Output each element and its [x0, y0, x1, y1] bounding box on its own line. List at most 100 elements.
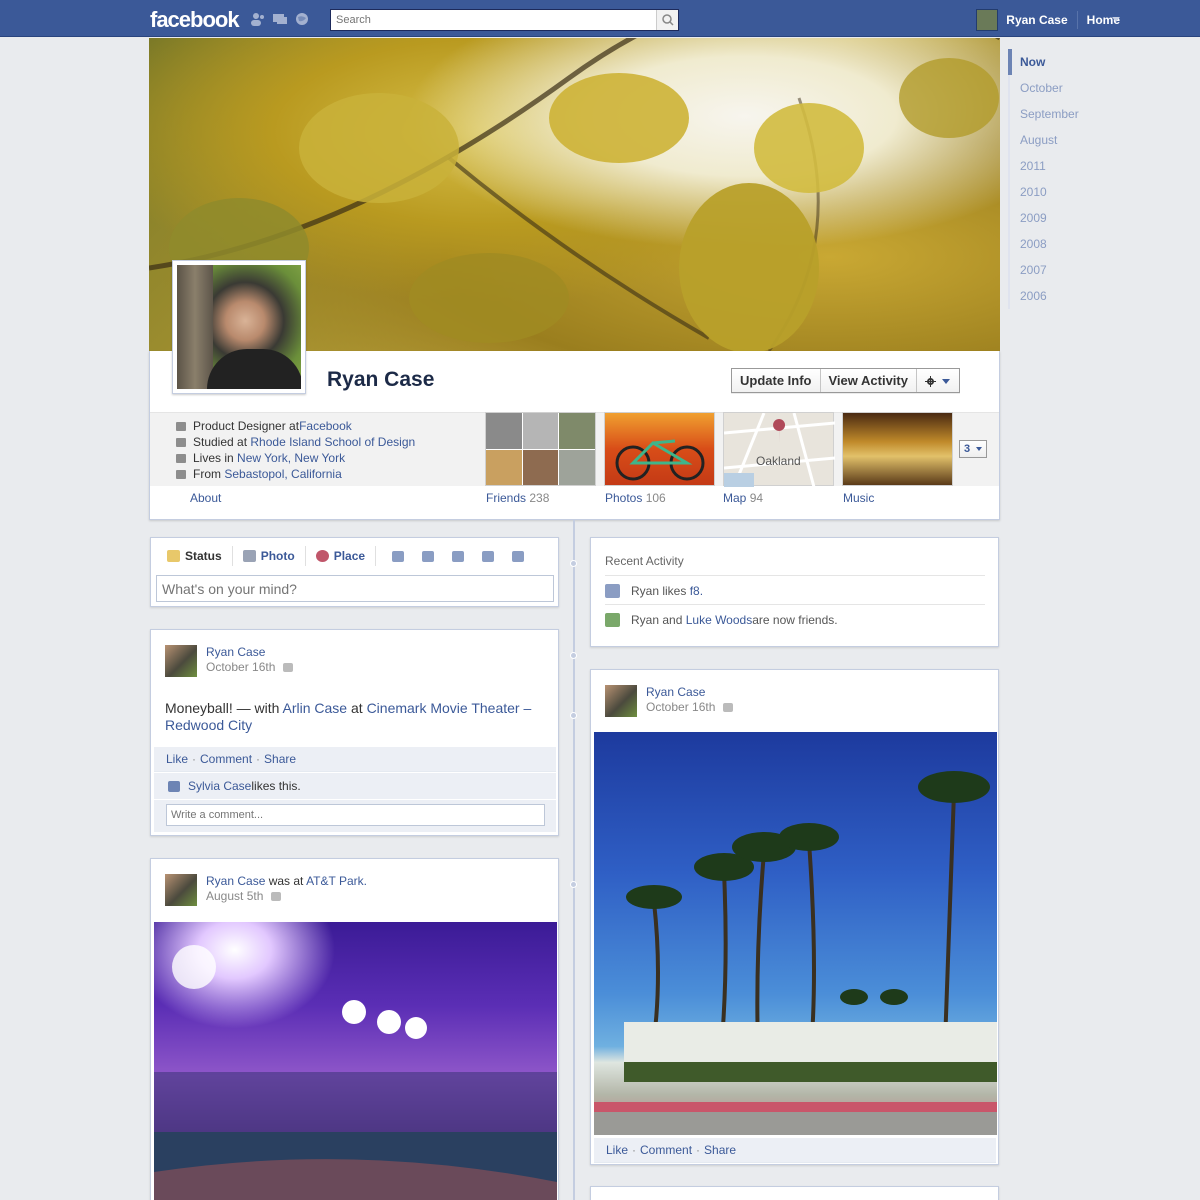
timeline-nav-2011[interactable]: 2011	[1008, 153, 1098, 179]
facebook-logo[interactable]: facebook	[150, 7, 240, 33]
comment-button[interactable]: Comment	[640, 1143, 692, 1157]
activity-item: Ryan and Luke Woods are now friends.	[605, 604, 985, 627]
timeline-nav-2009[interactable]: 2009	[1008, 205, 1098, 231]
school-link[interactable]: Rhode Island School of Design	[250, 434, 415, 450]
user-name-link[interactable]: Ryan Case	[1006, 13, 1067, 27]
timeline-nav-2006[interactable]: 2006	[1008, 283, 1098, 309]
music-thumbnail[interactable]	[842, 412, 953, 486]
like-button[interactable]: Like	[606, 1143, 628, 1157]
post-actions: Like · Comment · Share	[594, 1138, 996, 1163]
notifications-globe-icon[interactable]	[294, 12, 310, 26]
map-count: 94	[749, 491, 764, 505]
activity-link[interactable]: f8.	[690, 584, 703, 598]
audience-friends-icon	[723, 703, 734, 712]
liker-link[interactable]: Sylvia Case	[188, 773, 251, 799]
timeline-nav-2007[interactable]: 2007	[1008, 257, 1098, 283]
messages-icon[interactable]	[272, 12, 288, 26]
more-sections-button[interactable]: 3	[959, 440, 987, 458]
post-photo[interactable]	[594, 732, 997, 1135]
map-section-label[interactable]: Map 94	[723, 491, 763, 505]
map-label[interactable]: Map	[723, 491, 746, 505]
activity-link[interactable]: Luke Woods	[686, 613, 753, 627]
post-date-row: October 16th	[206, 660, 294, 675]
status-icon	[167, 550, 180, 562]
house-icon	[176, 469, 186, 479]
post-header: Ryan Case October 16th	[605, 685, 734, 717]
author-name[interactable]: Ryan Case	[646, 685, 733, 700]
comment-input[interactable]	[166, 804, 545, 826]
about-link[interactable]: About	[190, 491, 221, 505]
status-input[interactable]	[156, 575, 554, 602]
post-meta: Ryan Case October 16th	[646, 685, 734, 717]
post-photo-palms: Ryan Case October 16th Like · Comment · Shar…	[590, 669, 999, 1165]
heart-icon[interactable]	[422, 550, 435, 562]
recent-activity-title: Recent Activity	[605, 554, 684, 568]
tab-photo[interactable]: Photo	[233, 546, 306, 566]
author-avatar[interactable]	[165, 874, 197, 906]
friends-thumbnail[interactable]	[485, 412, 596, 486]
apple-icon[interactable]	[482, 550, 495, 562]
search-input[interactable]	[331, 10, 651, 30]
tagged-friend-link[interactable]: Arlin Case	[283, 700, 348, 716]
music-section-label[interactable]: Music	[843, 491, 874, 505]
search-box	[330, 9, 679, 31]
settings-button[interactable]	[917, 369, 959, 392]
share-button[interactable]: Share	[704, 1143, 736, 1157]
author-name[interactable]: Ryan Case	[206, 874, 265, 888]
life-event-icons	[392, 550, 525, 562]
timeline-nav-september[interactable]: September	[1008, 101, 1098, 127]
home-icon[interactable]	[452, 550, 465, 562]
camera-icon	[242, 550, 256, 562]
map-city-label: Oakland	[756, 454, 801, 468]
photos-thumbnail[interactable]	[604, 412, 715, 486]
user-avatar-small[interactable]	[976, 9, 999, 31]
info-lives: Lives in New York, New York	[176, 450, 415, 466]
view-activity-button[interactable]: View Activity	[821, 369, 917, 392]
friends-label[interactable]: Friends	[486, 491, 526, 505]
tab-status[interactable]: Status	[163, 546, 233, 566]
update-info-button[interactable]: Update Info	[732, 369, 821, 392]
like-button[interactable]: Like	[166, 752, 188, 766]
hometown-link[interactable]: Sebastopol, California	[224, 466, 341, 482]
timeline-nav-2010[interactable]: 2010	[1008, 179, 1098, 205]
account-menu-chevron-down-icon[interactable]	[1112, 17, 1120, 22]
briefcase-icon[interactable]	[392, 550, 405, 562]
search-icon	[662, 14, 674, 26]
friend-requests-icon[interactable]	[250, 12, 266, 26]
like-icon	[605, 584, 620, 598]
profile-name[interactable]: Ryan Case	[327, 368, 434, 392]
timeline-nav-2008[interactable]: 2008	[1008, 231, 1098, 257]
post-date[interactable]: October 16th	[206, 660, 275, 675]
chevron-down-icon	[941, 379, 950, 385]
place-link[interactable]: AT&T Park.	[306, 874, 367, 888]
timeline-nav-now[interactable]: Now	[1008, 49, 1098, 75]
post-date[interactable]: October 16th	[646, 700, 715, 715]
photos-section-label[interactable]: Photos 106	[605, 491, 666, 505]
current-city-link[interactable]: New York, New York	[237, 450, 345, 466]
photos-count: 106	[645, 491, 666, 505]
author-avatar[interactable]	[165, 645, 197, 677]
map-thumbnail[interactable]: Oakland	[723, 412, 836, 488]
map-image: Oakland	[723, 412, 836, 488]
post-photo[interactable]	[154, 922, 557, 1200]
post-date[interactable]: August 5th	[206, 889, 263, 904]
author-avatar[interactable]	[605, 685, 637, 717]
timeline-nav-august[interactable]: August	[1008, 127, 1098, 153]
tab-place[interactable]: Place	[306, 546, 377, 566]
profile-picture[interactable]	[172, 260, 306, 394]
info-label: From	[193, 467, 221, 481]
share-button[interactable]: Share	[264, 752, 296, 766]
search-button[interactable]	[656, 10, 678, 30]
flag-icon[interactable]	[512, 550, 525, 562]
author-name[interactable]: Ryan Case	[206, 645, 293, 660]
tab-photo-label: Photo	[260, 549, 295, 563]
work-link[interactable]: Facebook	[299, 418, 352, 434]
post-header: Ryan Case October 16th	[165, 645, 294, 677]
timeline-date-nav: Now October September August 2011 2010 2009 200…	[1008, 49, 1098, 309]
audience-friends-icon[interactable]	[283, 663, 294, 672]
friends-section-label[interactable]: Friends 238	[486, 491, 549, 505]
timeline-nav-october[interactable]: October	[1008, 75, 1098, 101]
comment-button[interactable]: Comment	[200, 752, 252, 766]
post-headline: Ryan Case was at AT&T Park.	[206, 874, 367, 889]
photos-label[interactable]: Photos	[605, 491, 642, 505]
